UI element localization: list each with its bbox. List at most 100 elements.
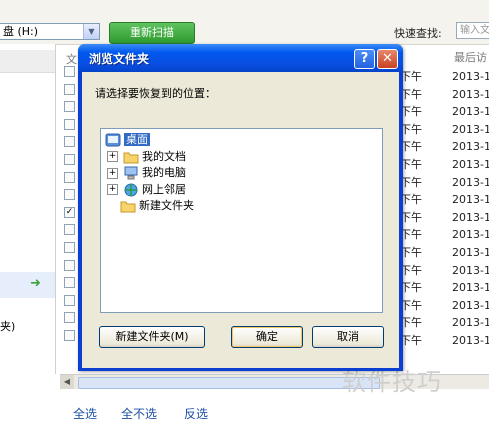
chevron-down-icon[interactable]: ▼ [83,24,99,39]
tree-item[interactable]: + 我的电脑 [107,165,186,181]
row-time-cell: 下午 [400,175,422,189]
table-row[interactable]: 下午 2013-1 [400,174,489,190]
left-pane-header [0,50,55,73]
table-row[interactable]: 下午 2013-1 [400,332,489,348]
select-none-link[interactable]: 全不选 [121,405,157,422]
row-time-cell: 下午 [400,246,422,259]
row-checkbox[interactable] [64,136,75,148]
row-checkbox[interactable] [64,83,75,95]
table-row[interactable]: 下午 2013-1 [400,86,489,102]
table-row[interactable]: 下午 2013-1 [400,68,489,84]
row-checkbox[interactable] [64,154,75,165]
row-time-cell: 下午 [400,122,422,136]
left-pane-selected-item[interactable] [0,272,55,298]
row-checkbox[interactable] [64,224,75,236]
row-time-cell: 下午 [400,281,422,295]
row-date-cell: 2013-1 [452,246,489,259]
help-button[interactable]: ? [354,49,375,69]
table-row[interactable]: 下午 2013-1 [400,103,489,119]
expand-plus-icon[interactable]: + [107,184,118,195]
arrow-right-icon[interactable]: ➜ [30,276,41,291]
drive-select[interactable]: 盘 (H:) ▼ [0,23,100,40]
row-time-cell: 下午 [400,70,422,83]
row-time-cell: 下午 [400,140,422,154]
row-date-cell: 2013-1 [452,87,489,101]
row-time-cell: 下午 [400,87,422,101]
table-row[interactable]: 下午 2013-1 [400,314,489,330]
close-button[interactable]: ✕ [377,49,398,69]
row-date-cell: 2013-1 [452,105,489,119]
computer-icon [123,166,139,180]
drive-select-value: 盘 (H:) [3,25,39,38]
scroll-left-icon[interactable]: ◀ [60,375,74,389]
row-checkbox[interactable]: ✓ [64,206,75,218]
folder-tree[interactable]: 桌面 + 我的文档 + 我的电脑 + 网上邻居新建文件夹 [100,128,383,313]
table-row[interactable]: 下午 2013-1 [400,279,489,295]
invert-selection-link[interactable]: 反选 [184,405,208,422]
row-time-cell: 下午 [400,298,422,312]
new-folder-button[interactable]: 新建文件夹(M) [99,326,205,348]
row-date-cell: 2013-1 [452,140,489,154]
dialog-titlebar[interactable]: 浏览文件夹 ? ✕ [78,44,403,72]
row-checkbox[interactable] [64,259,75,271]
row-date-cell: 2013-1 [452,228,489,242]
table-row[interactable]: 下午 2013-1 [400,121,489,137]
tree-item-label: 我的电脑 [142,166,186,179]
expand-plus-icon[interactable]: + [107,151,118,162]
dialog-body: 请选择要恢复到的位置： 桌面 + 我的文档 + 我的电脑 + 网上邻居新建文件夹 新建文件夹… [82,72,399,368]
row-time-cell: 下午 [400,316,422,330]
row-date-cell: 2013-1 [452,175,489,189]
table-row[interactable]: 下午 2013-1 [400,191,489,207]
ok-button[interactable]: 确定 [231,326,303,348]
row-checkbox[interactable] [64,277,75,289]
row-checkbox[interactable] [64,118,75,130]
row-date-cell: 2013-1 [452,316,489,330]
tree-item-label: 新建文件夹 [139,199,194,212]
row-date-cell: 2013-1 [452,193,489,207]
row-date-cell: 2013-1 [452,122,489,136]
row-time-cell: 下午 [400,210,422,224]
rescan-button[interactable]: 重新扫描 [109,22,195,44]
row-checkbox[interactable] [64,330,75,341]
column-header-file[interactable]: 文 [66,51,77,67]
scrollbar-thumb[interactable] [78,377,380,389]
quick-find-input[interactable]: 输入文 [456,22,489,39]
tree-item[interactable]: + 我的文档 [107,149,186,165]
select-all-link[interactable]: 全选 [73,405,97,422]
row-checkbox[interactable] [64,294,75,306]
table-row[interactable]: 下午 2013-1 [400,244,489,260]
tree-item-label: 网上邻居 [142,182,186,196]
row-time-cell: 下午 [400,334,422,347]
table-row[interactable]: 下午 2013-1 [400,262,489,278]
tree-item[interactable]: 新建文件夹 [120,198,194,214]
column-header-last-access[interactable]: 最后访 [454,49,487,65]
row-checkbox[interactable] [64,242,75,253]
row-checkbox[interactable] [64,66,75,77]
row-time-cell: 下午 [400,228,422,242]
row-date-cell: 2013-1 [452,158,489,171]
left-pane-item-label: 夹) [0,320,16,333]
tree-item-label: 我的文档 [142,149,186,163]
tree-item[interactable]: 桌面 [105,132,150,148]
browse-folder-dialog: 浏览文件夹 ? ✕ 请选择要恢复到的位置： 桌面 + 我的文档 + 我的电脑 + 网上邻居新… [78,44,403,371]
row-checkbox[interactable] [64,189,75,201]
table-row[interactable]: 下午 2013-1 [400,226,489,242]
dialog-title: 浏览文件夹 [89,52,150,66]
expand-plus-icon[interactable]: + [107,167,118,179]
row-date-cell: 2013-1 [452,281,489,295]
table-row[interactable]: 下午 2013-1 [400,156,489,172]
table-row[interactable]: 下午 2013-1 [400,297,489,313]
cancel-button[interactable]: 取消 [312,326,384,348]
row-checkbox[interactable] [64,171,75,183]
table-row[interactable]: 下午 2013-1 [400,209,489,225]
row-checkbox[interactable] [64,312,75,324]
row-time-cell: 下午 [400,193,422,207]
tree-item-label: 桌面 [124,133,150,146]
row-checkbox[interactable] [64,101,75,113]
tree-item[interactable]: + 网上邻居 [107,182,186,198]
dialog-prompt: 请选择要恢复到的位置： [95,87,216,100]
row-date-cell: 2013-1 [452,210,489,224]
table-row[interactable]: 下午 2013-1 [400,138,489,154]
row-date-cell: 2013-1 [452,298,489,312]
folder-icon [123,150,139,164]
